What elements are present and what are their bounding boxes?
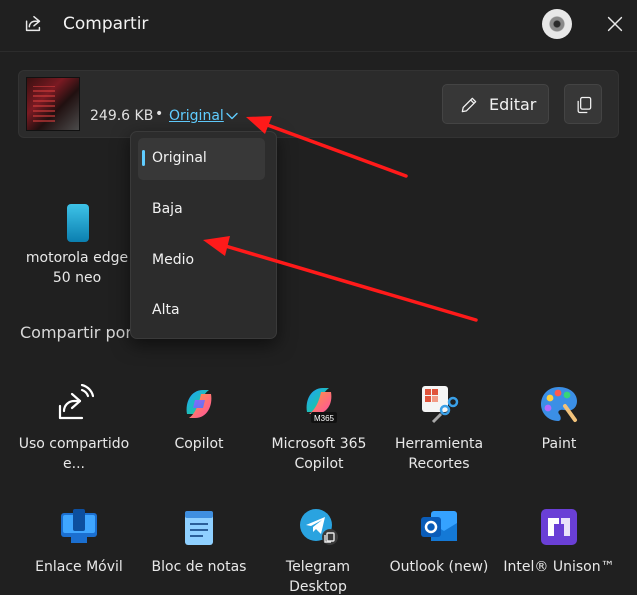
app-label: Herramienta Recortes <box>394 436 484 472</box>
option-label: Medio <box>152 252 195 268</box>
copilot-icon <box>186 390 212 418</box>
option-label: Alta <box>152 302 180 318</box>
app-snipping-tool[interactable]: Herramienta Recortes <box>380 384 498 488</box>
app-copilot[interactable]: Copilot <box>140 384 258 488</box>
snipping-tool-icon <box>422 386 459 424</box>
edit-label: Editar <box>489 95 537 114</box>
nearby-share-icon <box>58 384 94 420</box>
device-label: motorola edge 50 neo <box>25 250 129 286</box>
outlook-icon <box>421 511 457 541</box>
quality-dropdown-menu: Original Baja Medio Alta <box>130 131 277 339</box>
smartphone-icon <box>67 204 89 242</box>
copy-icon <box>577 96 592 114</box>
app-outlook[interactable]: Outlook (new) <box>380 507 498 595</box>
quality-option-alta[interactable]: Alta <box>138 290 265 332</box>
notepad-icon <box>185 511 213 545</box>
close-icon[interactable] <box>604 13 626 35</box>
app-label: Bloc de notas <box>151 559 247 575</box>
app-m365-copilot[interactable]: M365 Microsoft 365 Copilot <box>260 384 378 488</box>
dialog-title: Compartir <box>63 14 149 34</box>
file-card: 249.6 KB • Original Editar <box>18 70 619 138</box>
share-icon <box>25 15 41 32</box>
app-notepad[interactable]: Bloc de notas <box>140 507 258 595</box>
intel-unison-icon <box>541 509 577 545</box>
svg-text:M365: M365 <box>314 414 335 423</box>
file-thumbnail <box>26 77 80 131</box>
app-label: Intel® Unison™ <box>503 559 615 575</box>
avatar[interactable] <box>542 9 572 39</box>
app-paint[interactable]: Paint <box>500 384 618 488</box>
app-label: Copilot <box>174 436 224 452</box>
quality-option-original[interactable]: Original <box>138 138 265 180</box>
chevron-down-icon[interactable] <box>226 112 238 120</box>
quality-dropdown-link[interactable]: Original <box>169 108 224 124</box>
share-section-title: Compartir por <box>20 323 132 342</box>
app-label: Microsoft 365 Copilot <box>271 436 367 472</box>
app-label: Outlook (new) <box>389 559 489 575</box>
file-size: 249.6 KB <box>90 108 154 124</box>
phone-link-icon <box>61 509 97 543</box>
option-label: Original <box>152 150 207 166</box>
separator-dot: • <box>155 106 164 122</box>
app-label: Telegram Desktop <box>285 559 351 595</box>
edit-button[interactable]: Editar <box>442 84 549 124</box>
copy-button[interactable] <box>564 84 602 124</box>
app-label: Uso compartido e... <box>18 436 130 472</box>
pencil-icon <box>461 97 477 113</box>
app-label: Enlace Móvil <box>35 559 123 575</box>
app-nearby-share[interactable]: Uso compartido e... <box>15 384 133 488</box>
telegram-icon <box>300 509 338 545</box>
app-telegram[interactable]: Telegram Desktop <box>259 507 377 595</box>
paint-icon <box>541 387 577 422</box>
quality-option-baja[interactable]: Baja <box>138 189 265 231</box>
option-label: Baja <box>152 201 183 217</box>
m365-copilot-icon: M365 <box>306 388 337 423</box>
nearby-device[interactable]: motorola edge 50 neo <box>22 198 132 293</box>
quality-option-medio[interactable]: Medio <box>138 240 265 282</box>
title-bar: Compartir <box>0 0 637 52</box>
app-phone-link[interactable]: Enlace Móvil <box>20 507 138 595</box>
selection-indicator <box>142 150 145 166</box>
app-label: Paint <box>541 436 577 452</box>
app-intel-unison[interactable]: Intel® Unison™ <box>500 507 618 595</box>
